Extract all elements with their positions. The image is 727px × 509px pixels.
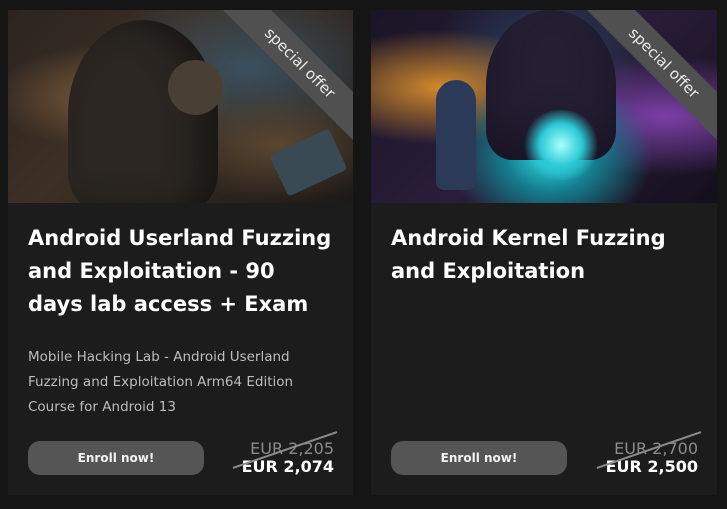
special-offer-ribbon: special offer [577, 10, 717, 150]
ribbon-label: special offer [220, 10, 353, 143]
enroll-button[interactable]: Enroll now! [28, 441, 204, 475]
course-title[interactable]: Android Userland Fuzzing and Exploitatio… [28, 222, 335, 321]
special-offer-ribbon: special offer [213, 10, 353, 150]
sale-price: EUR 2,074 [241, 457, 334, 476]
enroll-button[interactable]: Enroll now! [391, 441, 567, 475]
course-image[interactable]: special offer [371, 10, 717, 203]
original-price: EUR 2,205 [224, 440, 334, 458]
course-card[interactable]: special offer Android Kernel Fuzzing and… [371, 10, 717, 495]
flask [436, 80, 476, 190]
course-card[interactable]: special offer Android Userland Fuzzing a… [8, 10, 353, 495]
course-grid: special offer Android Userland Fuzzing a… [0, 0, 727, 509]
ribbon-label: special offer [584, 10, 717, 143]
price-block: EUR 2,700 EUR 2,500 [588, 431, 702, 476]
price-block: EUR 2,205 EUR 2,074 [224, 431, 338, 476]
course-image[interactable]: special offer [8, 10, 353, 203]
course-title[interactable]: Android Kernel Fuzzing and Exploitation [391, 222, 699, 288]
course-description: Mobile Hacking Lab - Android Userland Fu… [28, 349, 294, 415]
sale-price: EUR 2,500 [605, 457, 698, 476]
original-price: EUR 2,700 [588, 440, 698, 458]
